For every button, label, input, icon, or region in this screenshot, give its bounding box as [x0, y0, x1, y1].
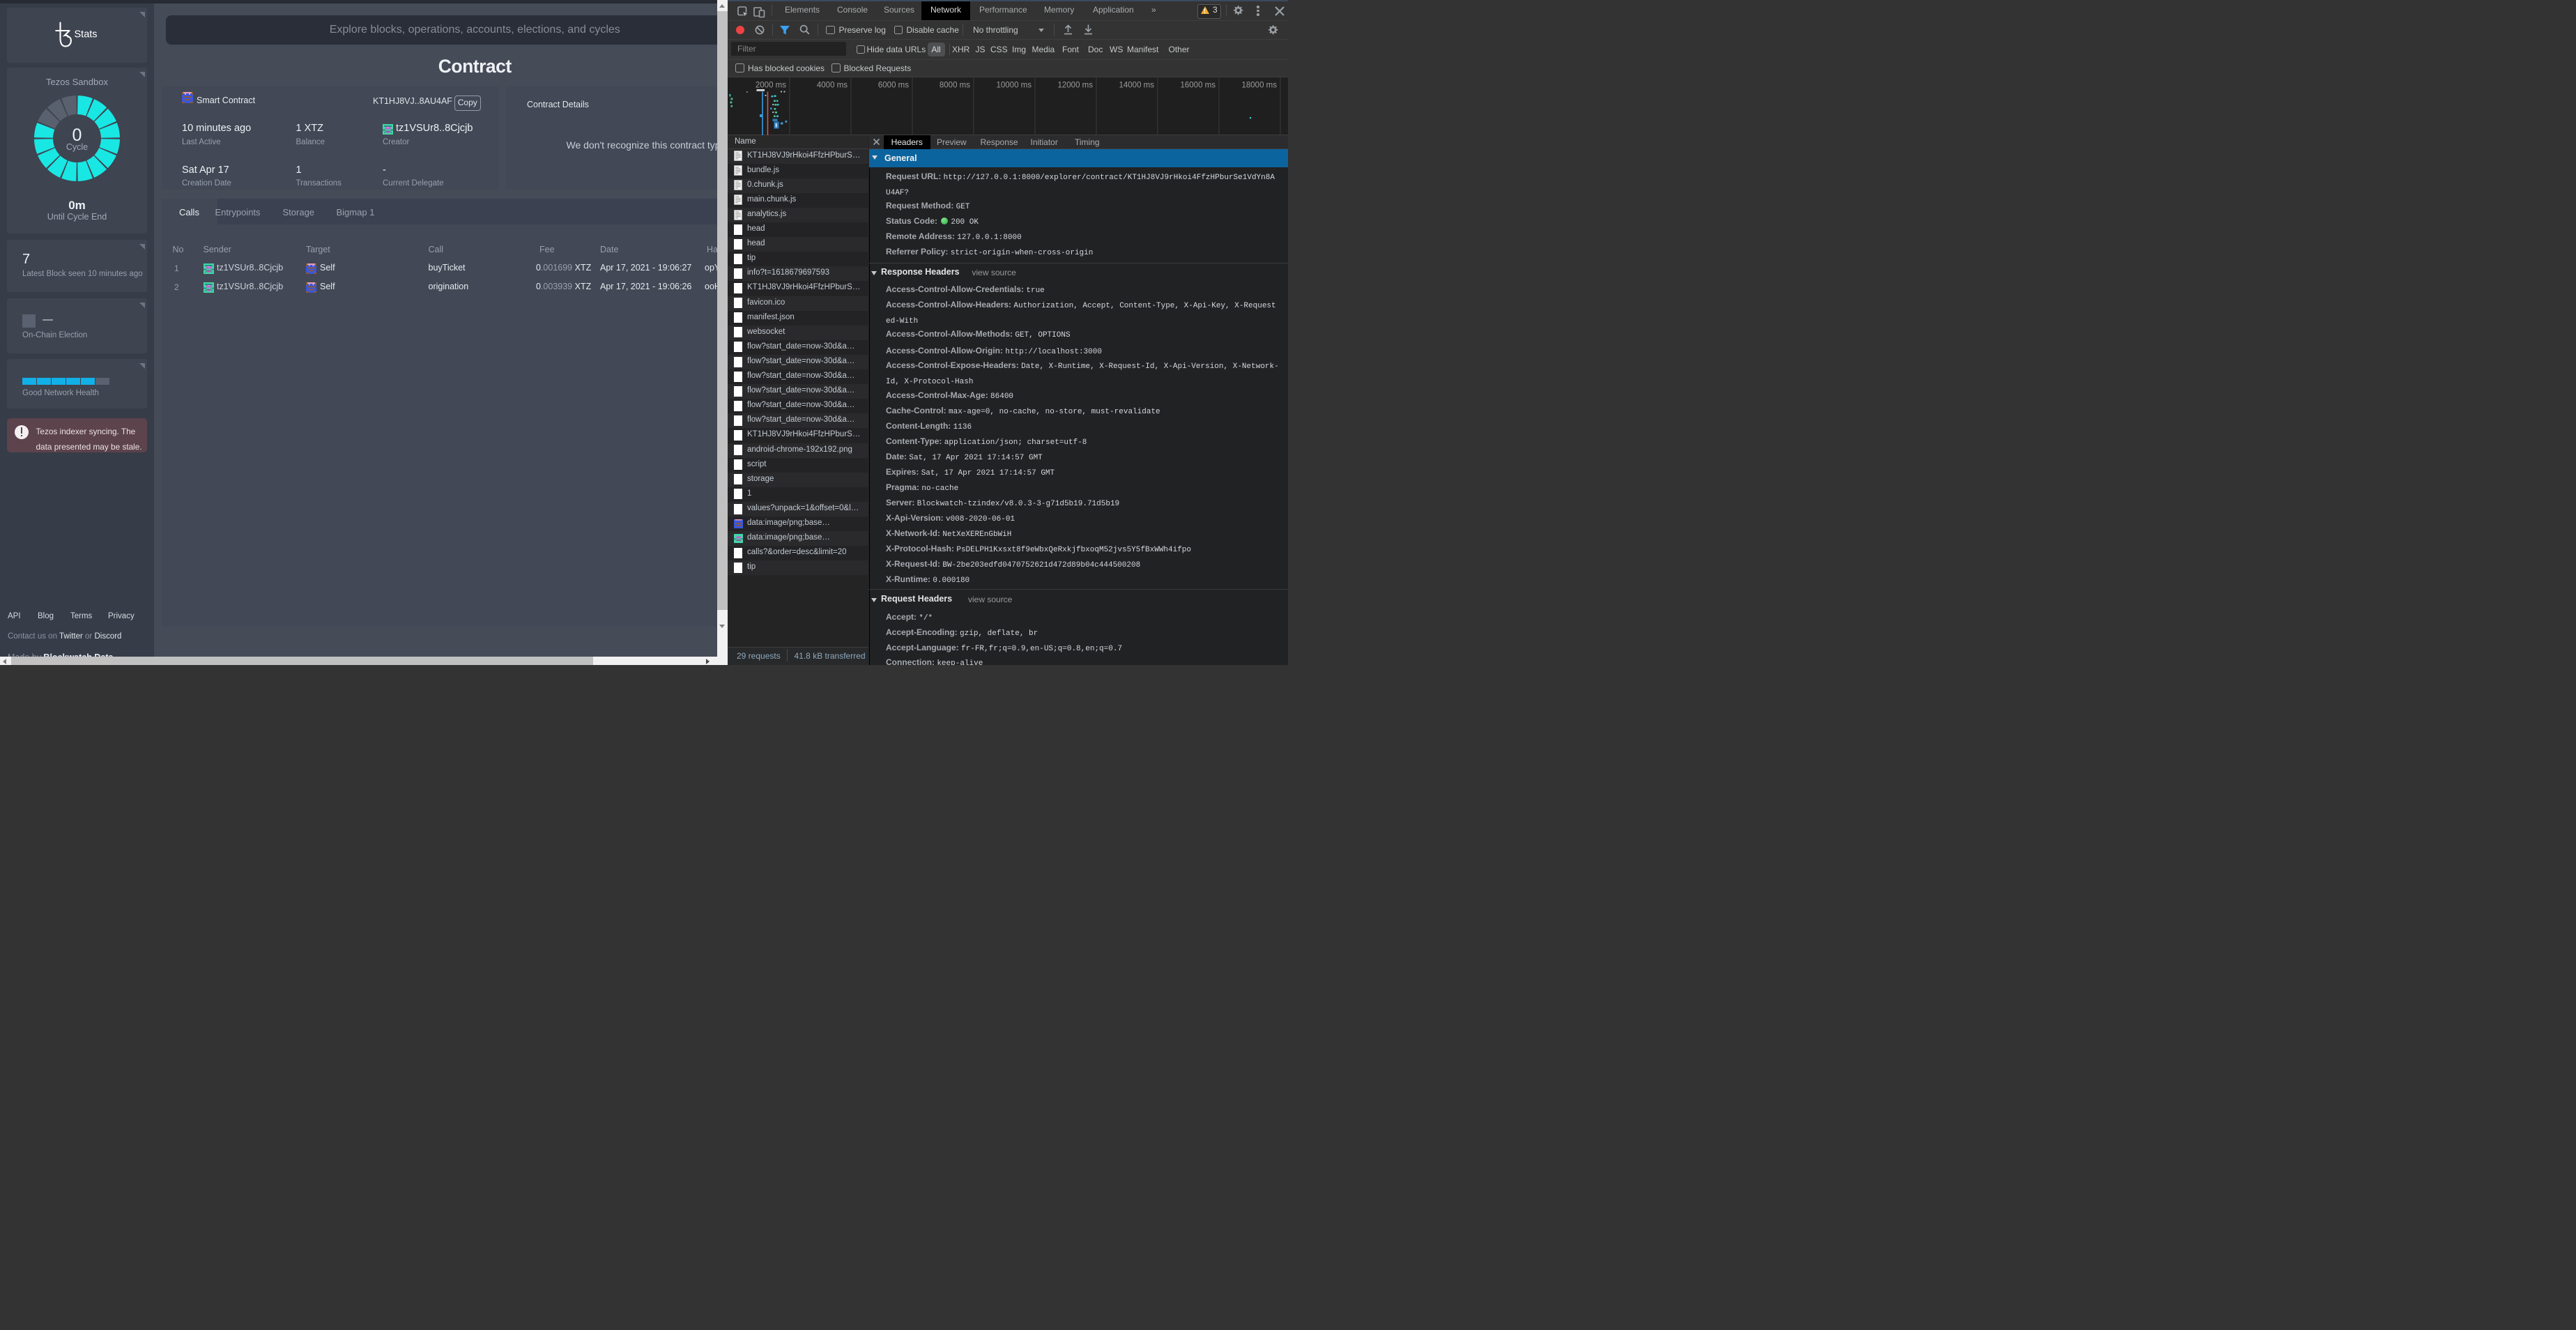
svg-text:6000 ms: 6000 ms [877, 81, 908, 89]
svg-text:14000 ms: 14000 ms [1119, 81, 1154, 89]
svg-text:4000 ms: 4000 ms [816, 81, 847, 89]
svg-text:12000 ms: 12000 ms [1057, 81, 1093, 89]
svg-text:18000 ms: 18000 ms [1241, 81, 1277, 89]
svg-text:2000 ms: 2000 ms [755, 81, 785, 89]
svg-text:16000 ms: 16000 ms [1180, 81, 1216, 89]
svg-text:10000 ms: 10000 ms [996, 81, 1032, 89]
svg-text:8000 ms: 8000 ms [939, 81, 969, 89]
